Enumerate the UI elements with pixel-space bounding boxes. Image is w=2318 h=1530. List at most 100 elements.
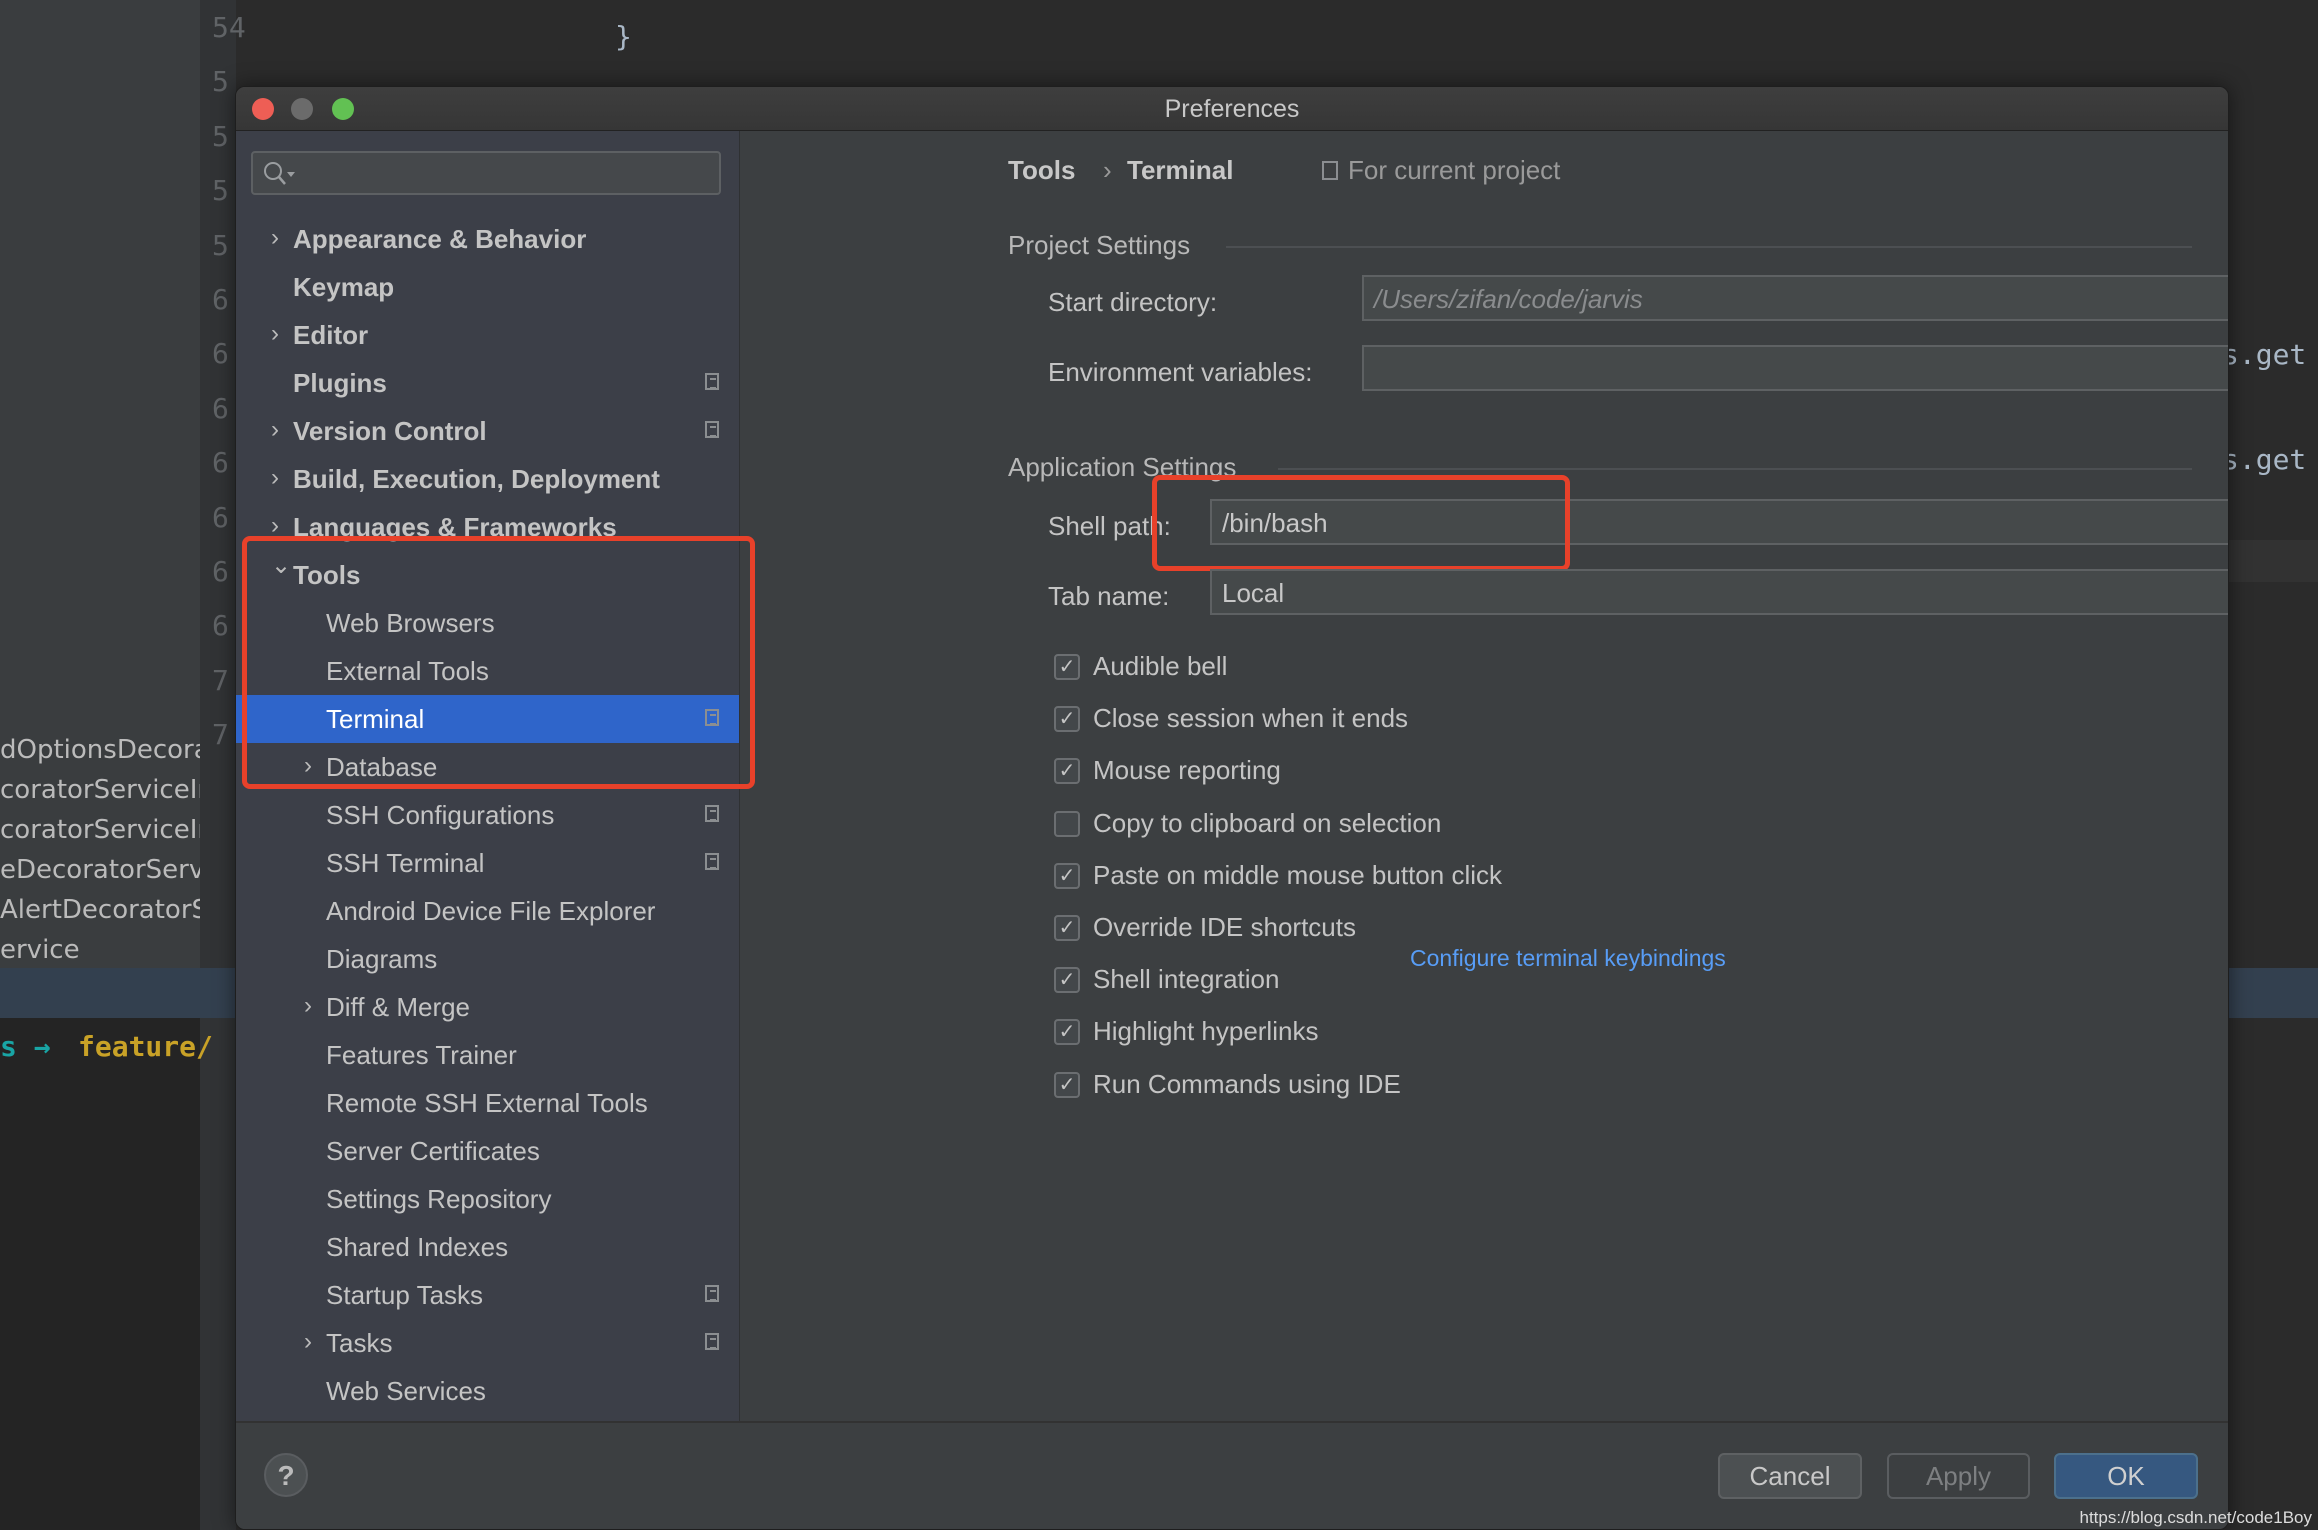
checkbox[interactable]: ✓ <box>1054 758 1080 785</box>
sidebar-item-label: Diff & Merge <box>326 992 471 1022</box>
terminal-settings-panel: Tools › Terminal For current project Pro… <box>740 131 2228 1421</box>
checkbox-label[interactable]: Run Commands using IDE <box>1093 1069 1401 1100</box>
sidebar-item-editor[interactable]: › Editor <box>236 311 739 359</box>
sidebar-item-keymap[interactable]: Keymap <box>236 263 739 311</box>
sidebar-item-version-control[interactable]: › Version Control <box>236 407 739 455</box>
checkbox[interactable]: ✓ <box>1054 1019 1080 1046</box>
env-vars-label: Environment variables: <box>1048 357 1313 387</box>
checkbox[interactable]: ✓ <box>1054 1071 1080 1098</box>
apply-button[interactable]: Apply <box>1887 1453 2030 1499</box>
sidebar-item-label: Web Services <box>326 1376 486 1406</box>
project-scope-icon <box>705 1333 719 1350</box>
checkbox-label[interactable]: Copy to clipboard on selection <box>1093 808 1441 839</box>
line-number: 6 <box>212 337 229 371</box>
checkbox-label[interactable]: Override IDE shortcuts <box>1093 912 1356 943</box>
sidebar-item-remote-ssh-external-tools[interactable]: Remote SSH External Tools <box>236 1079 739 1127</box>
cancel-button[interactable]: Cancel <box>1718 1453 1862 1499</box>
file-item[interactable]: AlertDecoratorS <box>0 895 200 925</box>
checkbox-label[interactable]: Paste on middle mouse button click <box>1093 860 1502 891</box>
line-number: 5 <box>212 174 229 208</box>
configure-keybindings-link[interactable]: Configure terminal keybindings <box>1410 945 1726 972</box>
chevron-right-icon[interactable]: › <box>304 1328 312 1356</box>
highlight-box-tools <box>242 536 755 789</box>
sidebar-item-diff-merge[interactable]: › Diff & Merge <box>236 983 739 1031</box>
sidebar-item-shared-indexes[interactable]: Shared Indexes <box>236 1223 739 1271</box>
start-directory-value: /Users/zifan/code/jarvis <box>1374 284 1643 314</box>
checkbox[interactable]: ✓ <box>1054 654 1080 680</box>
code-fragment: s.get <box>2222 338 2307 371</box>
line-number: 6 <box>212 500 229 534</box>
file-item[interactable]: eDecoratorServic <box>0 855 200 885</box>
highlight-box-shell-path <box>1152 475 1570 571</box>
checkbox-label[interactable]: Highlight hyperlinks <box>1093 1016 1318 1047</box>
sidebar-item-label: Remote SSH External Tools <box>326 1088 648 1118</box>
checkbox[interactable] <box>1054 810 1080 837</box>
line-number: 6 <box>212 555 229 588</box>
project-scope-icon <box>705 805 719 822</box>
watermark: https://blog.csdn.net/code1Boy <box>2079 1508 2313 1527</box>
checkbox-label[interactable]: Shell integration <box>1093 964 1279 995</box>
checkbox[interactable]: ✓ <box>1054 862 1080 889</box>
sidebar-item-tasks[interactable]: › Tasks <box>236 1319 739 1367</box>
sidebar-item-label: SSH Configurations <box>326 800 555 830</box>
breadcrumb-separator: › <box>1103 155 1112 185</box>
line-number: 54 <box>212 11 246 44</box>
sidebar-item-features-trainer[interactable]: Features Trainer <box>236 1031 739 1079</box>
sidebar-item-build-execution-deployment[interactable]: › Build, Execution, Deployment <box>236 455 739 503</box>
sidebar-item-label: Appearance & Behavior <box>293 224 587 254</box>
sidebar-item-plugins[interactable]: Plugins <box>236 359 739 407</box>
chevron-right-icon[interactable]: › <box>271 320 279 348</box>
code-fragment: s.get <box>2222 443 2307 476</box>
start-directory-field[interactable]: /Users/zifan/code/jarvis 🗀 <box>1362 275 2228 321</box>
scope-label: For current project <box>1348 155 1561 185</box>
line-number: 7 <box>212 718 229 752</box>
chevron-right-icon[interactable]: › <box>271 464 279 492</box>
ok-button[interactable]: OK <box>2054 1453 2198 1499</box>
sidebar-item-startup-tasks[interactable]: Startup Tasks <box>236 1271 739 1319</box>
project-scope-icon <box>705 1285 719 1302</box>
line-number: 6 <box>212 283 229 316</box>
dialog-footer: ? Cancel Apply OK <box>236 1421 2228 1529</box>
file-item[interactable]: coratorServiceIn <box>0 815 200 845</box>
sidebar-item-ssh-configurations[interactable]: SSH Configurations <box>236 791 739 839</box>
line-number: 6 <box>212 391 229 425</box>
sidebar-item-label: Shared Indexes <box>326 1232 509 1262</box>
sidebar-item-web-services[interactable]: Web Services <box>236 1367 739 1415</box>
file-item[interactable]: coratorServiceIm <box>0 775 200 805</box>
chevron-right-icon[interactable]: › <box>304 992 312 1020</box>
settings-search-input[interactable] <box>251 151 721 195</box>
sidebar-item-label: Tasks <box>326 1328 393 1358</box>
divider <box>1278 468 2192 470</box>
sidebar-item-android-device-file-explorer[interactable]: Android Device File Explorer <box>236 887 739 935</box>
checkbox[interactable]: ✓ <box>1054 915 1080 941</box>
line-number: 6 <box>212 446 229 480</box>
divider <box>1226 246 2192 248</box>
terminal-prompt-arrow: s → <box>0 1030 51 1063</box>
checkbox[interactable]: ✓ <box>1054 706 1080 733</box>
sidebar-item-diagrams[interactable]: Diagrams <box>236 935 739 983</box>
line-number: 5 <box>212 65 229 99</box>
file-item[interactable]: dOptionsDecora <box>0 735 200 765</box>
tab-name-field[interactable]: Local <box>1210 569 2228 615</box>
env-vars-field[interactable] <box>1362 345 2228 391</box>
sidebar-item-label: Plugins <box>293 368 387 398</box>
file-item[interactable]: ervice <box>0 935 200 965</box>
checkbox-label[interactable]: Mouse reporting <box>1093 755 1281 786</box>
checkbox-label[interactable]: Audible bell <box>1093 651 1227 682</box>
help-button[interactable]: ? <box>264 1453 308 1497</box>
chevron-right-icon[interactable]: › <box>271 416 279 444</box>
sidebar-item-ssh-terminal[interactable]: SSH Terminal <box>236 839 739 887</box>
sidebar-item-label: Version Control <box>293 416 487 446</box>
sidebar-item-label: Server Certificates <box>326 1136 540 1166</box>
sidebar-item-settings-repository[interactable]: Settings Repository <box>236 1175 739 1223</box>
sidebar-item-server-certificates[interactable]: Server Certificates <box>236 1127 739 1175</box>
line-number: 7 <box>212 663 229 697</box>
chevron-right-icon[interactable]: › <box>271 224 279 252</box>
sidebar-item-label: Diagrams <box>326 944 438 974</box>
breadcrumb-parent[interactable]: Tools <box>1008 155 1075 186</box>
checkbox[interactable]: ✓ <box>1054 967 1080 994</box>
line-number: 6 <box>212 609 229 643</box>
sidebar-item-appearance-behavior[interactable]: › Appearance & Behavior <box>236 215 739 263</box>
sidebar-item-label: Keymap <box>293 272 395 302</box>
checkbox-label[interactable]: Close session when it ends <box>1093 703 1408 734</box>
